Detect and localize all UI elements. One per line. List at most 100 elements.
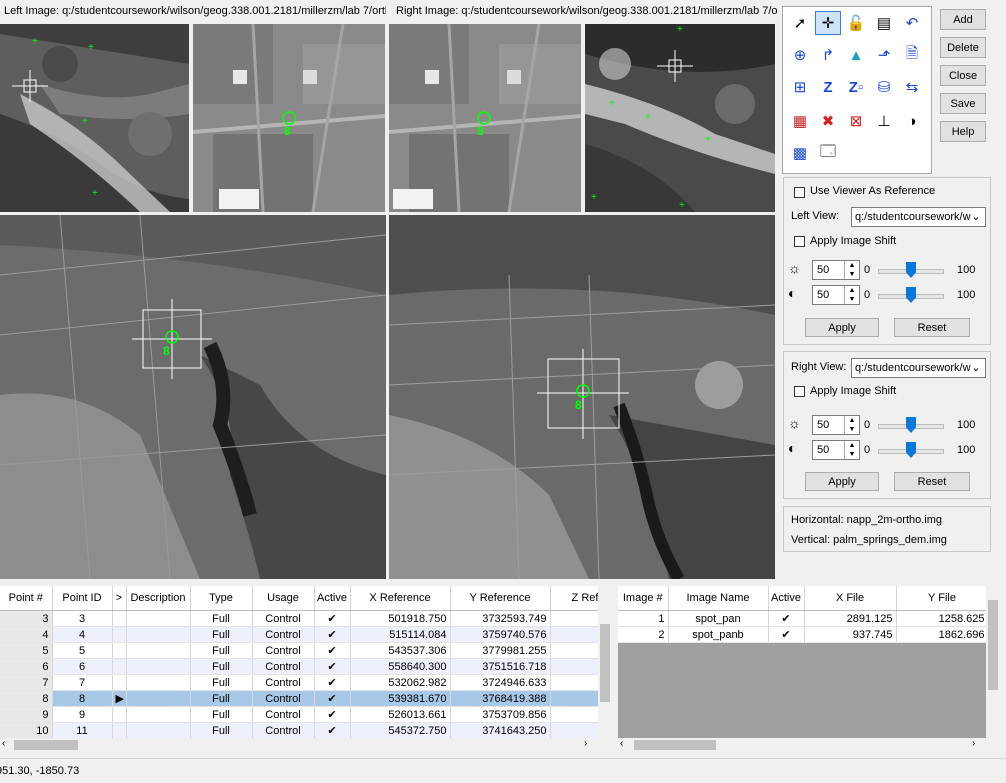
scroll-right-icon[interactable]: › — [584, 738, 587, 749]
left-zoom-pane[interactable]: 8 — [193, 24, 385, 212]
gcp-column-header[interactable]: Type — [190, 586, 253, 611]
slider-thumb[interactable] — [906, 417, 916, 433]
gcp-cell-num[interactable]: 3 — [0, 610, 53, 627]
delete-button[interactable]: Delete — [940, 37, 986, 58]
table-row[interactable]: 1 spot_pan ✔ 2891.125 1258.625 — [618, 610, 986, 627]
gcp-column-header[interactable]: Usage — [252, 586, 315, 611]
pie-icon[interactable]: ◑ — [899, 109, 925, 133]
gcp-cell-num[interactable]: 8 — [0, 690, 53, 707]
use-viewer-ref-checkbox[interactable] — [794, 187, 805, 198]
table-row[interactable]: 10 11 Full Control ✔ 545372.750 3741643.250 — [0, 722, 598, 738]
table-row[interactable]: 5 5 Full Control ✔ 543537.306 3779981.255 — [0, 642, 598, 659]
z-all-icon[interactable]: Z▫ — [843, 75, 869, 99]
spinner-arrows-icon[interactable]: ▲ ▼ — [844, 441, 859, 459]
gcp-cell-num[interactable]: 4 — [0, 626, 53, 643]
triangle-icon[interactable]: ▲ — [843, 43, 869, 67]
left-apply-button[interactable]: Apply — [805, 318, 879, 337]
left-contrast-slider[interactable] — [878, 285, 944, 305]
create-gcp-icon[interactable]: ⬏ — [871, 43, 897, 67]
right-brightness-slider[interactable] — [878, 415, 944, 435]
gcp-column-header[interactable]: Point ID — [52, 586, 113, 611]
image-horizontal-scrollbar[interactable]: ‹ › — [618, 738, 986, 752]
image-column-header[interactable]: Y File — [896, 586, 986, 611]
scrollbar-thumb[interactable] — [600, 624, 610, 702]
gcp-column-header[interactable]: Description — [126, 586, 191, 611]
table-row[interactable]: 2 spot_panb ✔ 937.745 1862.696 — [618, 626, 986, 643]
right-reset-button[interactable]: Reset — [894, 472, 970, 491]
scroll-left-icon[interactable]: ‹ — [2, 738, 5, 749]
clear-icon[interactable]: ⊠ — [843, 109, 869, 133]
slider-thumb[interactable] — [906, 262, 916, 278]
scroll-left-icon[interactable]: ‹ — [620, 738, 623, 749]
zoom-icon[interactable]: ⊕ — [787, 43, 813, 67]
left-view-select[interactable]: q:/studentcoursework/w ⌄ — [851, 207, 986, 227]
image-column-header[interactable]: X File — [804, 586, 897, 611]
matrix-icon[interactable]: ▩ — [787, 141, 813, 165]
threshold-icon[interactable]: ⊥ — [871, 109, 897, 133]
gcp-vertical-scrollbar[interactable] — [598, 586, 612, 738]
toggle-icon[interactable]: ⇆ — [899, 75, 925, 99]
gcp-cell-num[interactable]: 9 — [0, 706, 53, 723]
right-apply-shift-checkbox[interactable] — [794, 386, 805, 397]
table-row[interactable]: 7 7 Full Control ✔ 532062.982 3724946.633 — [0, 674, 598, 691]
color-icon[interactable]: ▦ — [787, 109, 813, 133]
z-value-icon[interactable]: Z — [815, 75, 841, 99]
delete-point-icon[interactable]: ✖ — [815, 109, 841, 133]
scrollbar-thumb[interactable] — [14, 740, 78, 750]
report-icon[interactable]: 🗎 — [899, 43, 925, 67]
table-row[interactable]: 9 9 Full Control ✔ 526013.661 3753709.856 — [0, 706, 598, 723]
gcp-column-header[interactable]: > — [112, 586, 127, 611]
gcp-cell-num[interactable]: 5 — [0, 642, 53, 659]
save-button[interactable]: Save — [940, 93, 986, 114]
left-main-pane[interactable]: 8 — [0, 215, 386, 579]
right-overview-pane[interactable]: + + + + + + — [585, 24, 775, 212]
spinner-arrows-icon[interactable]: ▲ ▼ — [844, 416, 859, 434]
right-contrast-spinner[interactable]: 50 ▲ ▼ — [812, 440, 860, 460]
lock-icon[interactable]: 🔓 — [843, 11, 869, 35]
add-point-icon[interactable]: ⊞ — [787, 75, 813, 99]
scroll-right-icon[interactable]: › — [972, 738, 975, 749]
undo-icon[interactable]: ↶ — [899, 11, 925, 35]
right-contrast-slider[interactable] — [878, 440, 944, 460]
properties-icon[interactable]: 🗔 — [815, 141, 841, 165]
spinner-arrows-icon[interactable]: ▲ ▼ — [844, 261, 859, 279]
dem-icon[interactable]: ⛁ — [871, 75, 897, 99]
table-row[interactable]: 6 6 Full Control ✔ 558640.300 3751516.718 — [0, 658, 598, 675]
left-apply-shift-checkbox[interactable] — [794, 236, 805, 247]
left-reset-button[interactable]: Reset — [894, 318, 970, 337]
table-row[interactable]: 4 4 Full Control ✔ 515114.084 3759740.576 — [0, 626, 598, 643]
gcp-column-header[interactable]: Z Ref — [550, 586, 598, 611]
scrollbar-thumb[interactable] — [988, 600, 998, 690]
crosshair-icon[interactable]: ✛ — [815, 11, 841, 35]
spinner-arrows-icon[interactable]: ▲ ▼ — [844, 286, 859, 304]
table-row[interactable]: 8 8 ▶ Full Control ✔ 539381.670 3768419.388 — [0, 690, 598, 707]
help-button[interactable]: Help — [940, 121, 986, 142]
right-view-select[interactable]: q:/studentcoursework/w ⌄ — [851, 358, 986, 378]
slider-thumb[interactable] — [906, 287, 916, 303]
add-button[interactable]: Add — [940, 9, 986, 30]
slider-thumb[interactable] — [906, 442, 916, 458]
image-column-header[interactable]: Image # — [618, 586, 669, 611]
drive-link-icon[interactable]: ↱ — [815, 43, 841, 67]
gcp-cell-num[interactable]: 7 — [0, 674, 53, 691]
right-brightness-spinner[interactable]: 50 ▲ ▼ — [812, 415, 860, 435]
right-main-pane[interactable]: 8 — [389, 215, 775, 579]
right-zoom-pane[interactable]: 8 — [389, 24, 581, 212]
right-apply-button[interactable]: Apply — [805, 472, 879, 491]
left-brightness-slider[interactable] — [878, 260, 944, 280]
select-arrow-icon[interactable]: ➚ — [787, 11, 813, 35]
left-contrast-spinner[interactable]: 50 ▲ ▼ — [812, 285, 860, 305]
scrollbar-thumb[interactable] — [634, 740, 716, 750]
close-button[interactable]: Close — [940, 65, 986, 86]
left-overview-pane[interactable]: + + + + — [0, 24, 189, 212]
gcp-cell-num[interactable]: 10 — [0, 722, 53, 738]
gcp-horizontal-scrollbar[interactable]: ‹ › — [0, 738, 598, 752]
table-view-icon[interactable]: ▤ — [871, 11, 897, 35]
gcp-cell-num[interactable]: 6 — [0, 658, 53, 675]
gcp-column-header[interactable]: Y Reference — [450, 586, 551, 611]
gcp-column-header[interactable]: Active — [314, 586, 351, 611]
gcp-column-header[interactable]: X Reference — [350, 586, 451, 611]
gcp-column-header[interactable]: Point # — [0, 586, 53, 611]
image-column-header[interactable]: Image Name — [668, 586, 769, 611]
image-vertical-scrollbar[interactable] — [986, 586, 1000, 738]
